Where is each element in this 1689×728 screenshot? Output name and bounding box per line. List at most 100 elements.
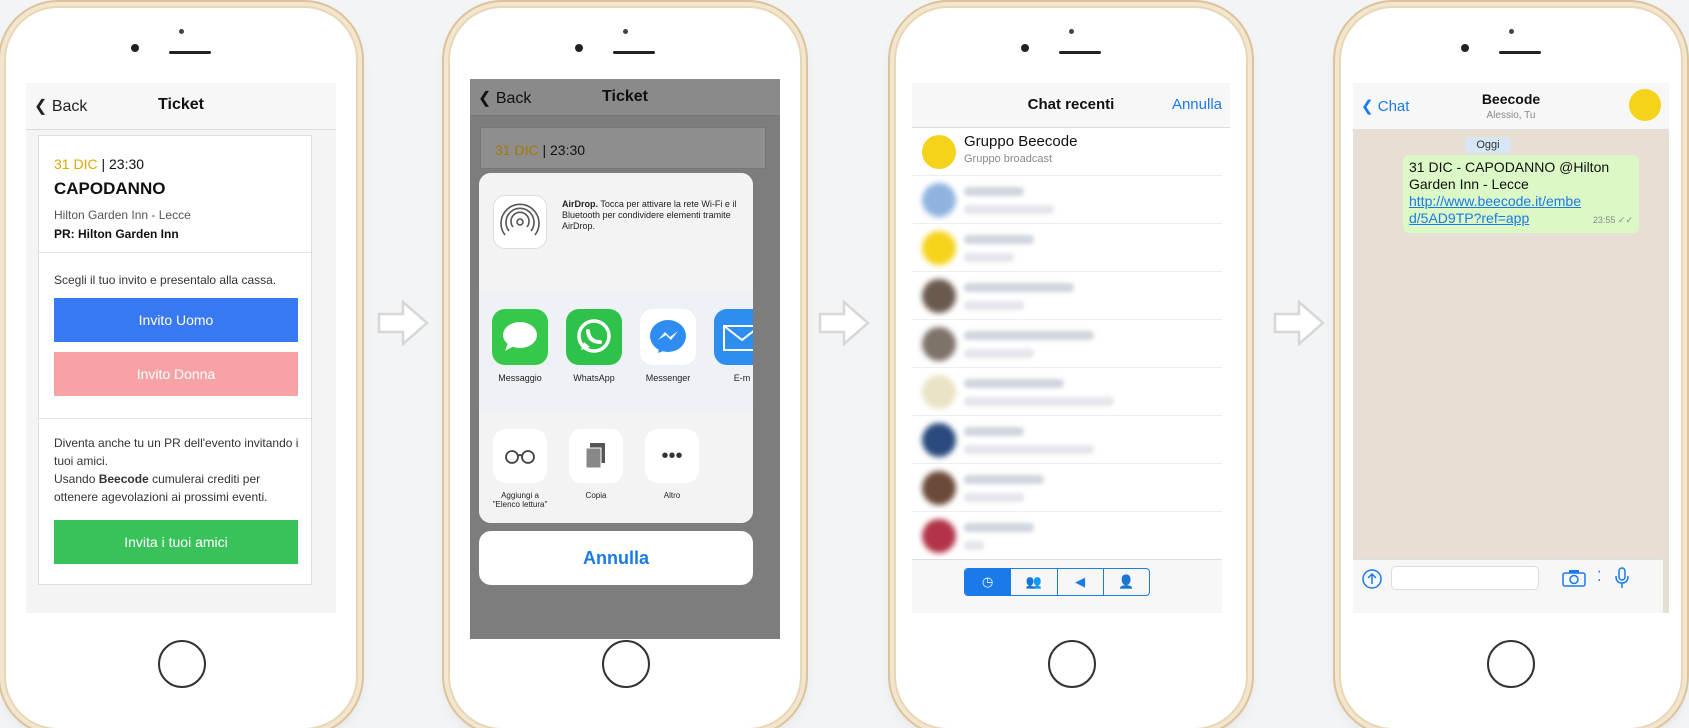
blurred-name [964,523,1034,532]
recent-chats-screen: Chat recenti Annulla Gruppo Beecode Grup… [912,83,1230,613]
chat-title: Beecode [1481,91,1541,107]
chat-filter-bar: ◷ 👥 ◀ 👤 [912,559,1222,613]
share-app-messenger[interactable]: Messenger [639,309,697,383]
phone-whatsapp-chat: ❮ Chat Beecode Alessio, Tu Oggi 31 DIC -… [1341,8,1681,728]
earpiece-speaker [169,51,211,54]
event-date-day: 31 DIC [495,142,539,158]
ticket-screen: ❮ Back Ticket 31 DIC | 23:30 CAPODANNO H… [26,83,336,613]
blurred-preview [964,301,1024,310]
more-dots-icon: ••• [645,429,699,483]
sensor-dot [623,29,628,34]
chat-row[interactable] [912,223,1222,272]
page-title: Ticket [602,88,648,105]
beecode-logo-avatar[interactable] [1629,89,1661,121]
promo-line-1: Diventa anche tu un PR dell'evento invit… [54,436,299,468]
event-date-time: | 23:30 [538,142,586,158]
chat-row[interactable] [912,175,1222,224]
blurred-preview [964,397,1114,406]
microphone-icon[interactable] [1613,566,1631,590]
recent-clock-icon[interactable]: ◷ [965,569,1012,595]
action-label: Altro [663,491,681,500]
share-app-email[interactable]: E-m [713,309,753,383]
separator-dots: ⁚ [1597,568,1602,584]
chat-row[interactable] [912,463,1222,512]
invite-man-button[interactable]: Invito Uomo [54,298,298,342]
whatsapp-icon [566,309,622,365]
group-avatar [922,135,956,169]
phone-recent-chats: Chat recenti Annulla Gruppo Beecode Grup… [896,8,1246,728]
upload-icon[interactable] [1361,568,1383,590]
home-button[interactable] [1487,640,1535,688]
share-app-whatsapp[interactable]: WhatsApp [565,309,623,383]
day-separator: Oggi [1465,137,1511,153]
blurred-preview [964,349,1034,358]
sensor-dot [179,29,184,34]
sensor-dot [1069,29,1074,34]
promo-line-2-pre: Usando [54,472,99,486]
event-pr: PR: Hilton Garden Inn [54,227,179,241]
more-action[interactable]: ••• Altro [641,429,703,500]
event-name: CAPODANNO [54,179,166,198]
blurred-preview [964,205,1054,214]
avatar [922,375,956,409]
messenger-icon [640,309,696,365]
next-arrow-icon [1273,300,1325,346]
share-app-messages[interactable]: Messaggio [491,309,549,383]
avatar [922,423,956,457]
cancel-button[interactable]: Annulla [1172,96,1222,113]
invite-woman-button[interactable]: Invito Donna [54,352,298,396]
message-time: 23:55 ✓✓ [1592,215,1633,225]
home-button[interactable] [1048,640,1096,688]
copy-icon [569,429,623,483]
next-arrow-icon [377,300,429,346]
avatar [922,279,956,313]
avatar [922,471,956,505]
camera-icon[interactable] [1561,568,1587,588]
phone-share-sheet: ❮ Back Ticket 31 DIC | 23:30 AirDrop. To… [450,8,800,728]
broadcast-icon[interactable]: ◀ [1058,569,1104,595]
earpiece-speaker [1499,51,1541,54]
share-sheet: AirDrop. Tocca per attivare la rete Wi-F… [479,173,753,523]
sensor-dot [1509,29,1514,34]
event-location: Hilton Garden Inn - Lecce [54,208,191,222]
blurred-name [964,427,1024,436]
chat-row[interactable] [912,511,1222,560]
dimmed-ticket-card: 31 DIC | 23:30 [480,127,766,169]
message-bubble[interactable]: 31 DIC - CAPODANNO @Hilton Garden Inn - … [1403,155,1639,233]
chats-navbar: Chat recenti Annulla [912,83,1230,128]
chat-row[interactable] [912,415,1222,464]
blurred-preview [964,493,1024,502]
invite-friends-button[interactable]: Invita i tuoi amici [54,520,298,564]
blurred-name [964,283,1074,292]
blurred-name [964,379,1064,388]
home-button[interactable] [158,640,206,688]
blurred-name [964,235,1034,244]
blurred-preview [964,541,984,550]
ticket-card: 31 DIC | 23:30 CAPODANNO Hilton Garden I… [38,135,312,585]
chat-row[interactable] [912,271,1222,320]
blurred-name [964,475,1044,484]
cancel-button[interactable]: Annulla [479,531,753,585]
chat-row[interactable] [912,319,1222,368]
page-title: Ticket [158,96,204,113]
chat-row[interactable] [912,367,1222,416]
blurred-preview [964,445,1094,454]
home-button[interactable] [602,640,650,688]
share-app-label: E-m [733,373,751,383]
contact-icon[interactable]: 👤 [1104,569,1149,595]
share-screen: ❮ Back Ticket 31 DIC | 23:30 AirDrop. To… [470,79,780,639]
add-reading-list-action[interactable]: Aggiungi a "Elenco lettura" [489,429,551,509]
blurred-name [964,331,1094,340]
groups-icon[interactable]: 👥 [1011,569,1058,595]
airdrop-title: AirDrop. [562,199,598,209]
event-date-time: | 23:30 [97,156,145,172]
airdrop-row[interactable]: AirDrop. Tocca per attivare la rete Wi-F… [479,173,753,292]
avatar [922,183,956,217]
chat-name: Gruppo Beecode [964,133,1078,150]
glasses-icon [493,429,547,483]
chat-row-gruppo-beecode[interactable]: Gruppo Beecode Gruppo broadcast [912,127,1222,176]
ticket-navbar: ❮ Back Ticket [26,83,336,130]
message-input[interactable] [1391,566,1539,590]
copy-action[interactable]: Copia [565,429,627,500]
avatar [922,327,956,361]
